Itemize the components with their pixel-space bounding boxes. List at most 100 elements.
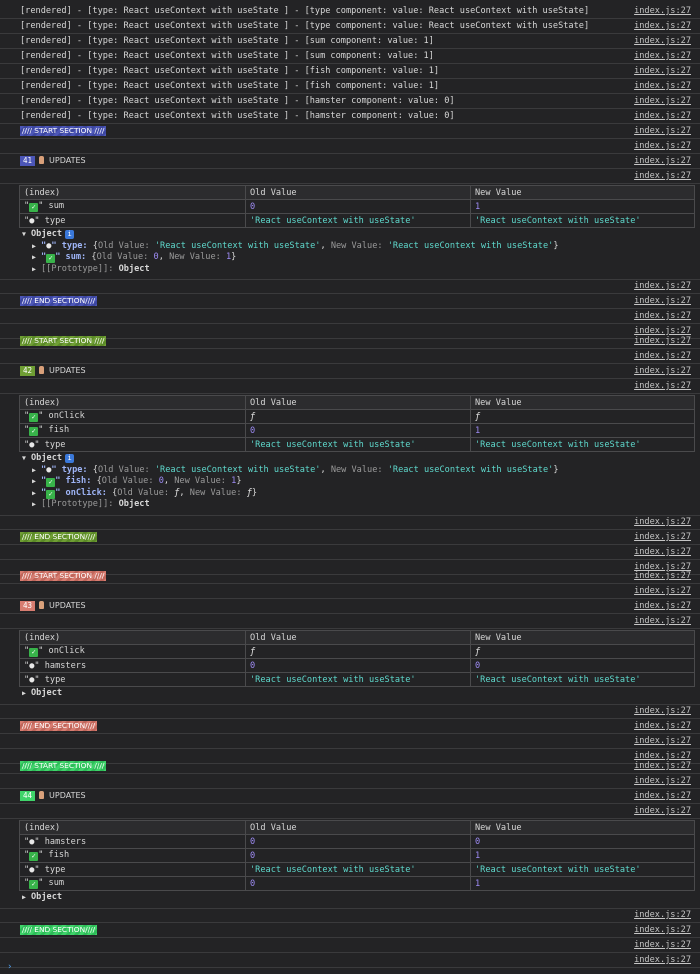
source-link[interactable]: index.js:27 [634,96,691,106]
source-link[interactable]: index.js:27 [634,940,691,950]
updates-label: 43 UPDATES [20,601,86,611]
object-old-value: 'React useContext with useState' [154,464,321,475]
object-header[interactable]: ▶ Object [22,892,62,904]
check-emoji-icon: ✓ [46,478,56,487]
triangle-icon[interactable]: ▶ [32,476,41,488]
object-entry[interactable]: ▶ " ✓ " fish: {Old Value: 0, New Value: 1} [22,476,559,488]
triangle-icon[interactable]: ▼ [22,229,31,241]
object-entry[interactable]: ▶ "●" type: {Old Value: 'React useContext… [22,465,559,477]
object-old-value: 0 [153,252,159,262]
triangle-icon[interactable]: ▶ [32,488,41,500]
source-link[interactable]: index.js:27 [634,296,691,306]
source-link[interactable]: index.js:27 [634,721,691,731]
index-header[interactable]: (index) [19,395,246,410]
source-link[interactable]: index.js:27 [634,776,691,786]
triangle-icon[interactable]: ▼ [22,453,31,465]
triangle-icon[interactable]: ▶ [22,688,31,700]
triangle-icon[interactable]: ▶ [22,892,31,904]
old-value-cell: 'React useContext with useState' [245,437,471,452]
old-value-header[interactable]: Old Value [245,820,471,835]
source-link[interactable]: index.js:27 [634,791,691,801]
source-link[interactable]: index.js:27 [634,601,691,611]
row-key-cell: " ✓ " sum [19,876,246,891]
source-link[interactable]: index.js:27 [634,51,691,61]
source-link[interactable]: index.js:27 [634,6,691,16]
index-header[interactable]: (index) [19,820,246,835]
new-value-cell: 0 [470,834,695,849]
object-entry[interactable]: ▶ "●" type: {Old Value: 'React useContext… [22,241,559,253]
source-link[interactable]: index.js:27 [634,156,691,166]
source-link[interactable]: index.js:27 [634,171,691,181]
object-tree[interactable]: ▶ Object [22,892,62,904]
object-tree[interactable]: ▼ Object i ▶ "●" type: {Old Value: 'React us… [22,229,559,275]
object-header[interactable]: ▼ Object i [22,453,559,465]
source-link[interactable]: index.js:27 [634,381,691,391]
prototype-entry[interactable]: ▶ [[Prototype]]: Object [22,264,559,276]
prototype-value: Object [118,499,150,509]
triangle-icon[interactable]: ▶ [32,465,41,477]
source-link[interactable]: index.js:27 [634,736,691,746]
row-key-cell: " ✓ " onClick [19,409,246,424]
object-entry[interactable]: ▶ " ✓ " onClick: {Old Value: ƒ, New Value: … [22,488,559,500]
source-link[interactable]: index.js:27 [634,281,691,291]
source-link[interactable]: index.js:27 [634,66,691,76]
source-link[interactable]: index.js:27 [634,81,691,91]
log-text: [rendered] - [type: React useContext wit… [20,111,455,121]
blank-line: index.js:27 [0,614,700,629]
object-header[interactable]: ▶ Object [22,688,62,700]
source-link[interactable]: index.js:27 [634,571,691,581]
index-header[interactable]: (index) [19,630,246,645]
source-link[interactable]: index.js:27 [634,806,691,816]
index-header[interactable]: (index) [19,185,246,200]
update-count-badge: 43 [20,601,36,611]
object-tree[interactable]: ▶ Object [22,688,62,700]
source-link[interactable]: index.js:27 [634,586,691,596]
new-value-header[interactable]: New Value [470,820,695,835]
source-link[interactable]: index.js:27 [634,366,691,376]
updates-text: UPDATES [49,366,86,375]
new-value-header[interactable]: New Value [470,185,695,200]
updates-text: UPDATES [49,791,86,800]
object-entry[interactable]: ▶ " ✓ " sum: {Old Value: 0, New Value: 1} [22,252,559,264]
source-link[interactable]: index.js:27 [634,336,691,346]
source-link[interactable]: index.js:27 [634,311,691,321]
old-value-label: Old Value: [101,476,159,486]
triangle-icon[interactable]: ▶ [32,241,41,253]
old-value-header[interactable]: Old Value [245,630,471,645]
prototype-entry[interactable]: ▶ [[Prototype]]: Object [22,499,559,511]
source-link[interactable]: index.js:27 [634,21,691,31]
new-value-cell: 'React useContext with useState' [470,672,695,687]
log-line: [rendered] - [type: React useContext wit… [0,109,700,124]
object-header[interactable]: ▼ Object i [22,229,559,241]
console-prompt-icon[interactable]: › [7,962,12,972]
new-value-header[interactable]: New Value [470,630,695,645]
source-link[interactable]: index.js:27 [634,706,691,716]
source-link[interactable]: index.js:27 [634,351,691,361]
log-line: [rendered] - [type: React useContext wit… [0,79,700,94]
old-value-header[interactable]: Old Value [245,395,471,410]
source-link[interactable]: index.js:27 [634,925,691,935]
table-header-row: (index) Old Value New Value [19,630,695,645]
row-key-cell: "●" type [19,437,246,452]
source-link[interactable]: index.js:27 [634,36,691,46]
source-link[interactable]: index.js:27 [634,141,691,151]
object-tree[interactable]: ▼ Object i ▶ "●" type: {Old Value: 'React us… [22,453,559,511]
source-link[interactable]: index.js:27 [634,111,691,121]
triangle-icon[interactable]: ▶ [32,499,41,511]
changes-table: (index) Old Value New Value " ✓ " onClick ƒ ƒ " ✓… [19,395,695,452]
source-link[interactable]: index.js:27 [634,616,691,626]
triangle-icon[interactable]: ▶ [32,264,41,276]
start-section-label: //// START SECTION //// [20,761,107,771]
new-value-header[interactable]: New Value [470,395,695,410]
old-value-header[interactable]: Old Value [245,185,471,200]
source-link[interactable]: index.js:27 [634,517,691,527]
source-link[interactable]: index.js:27 [634,761,691,771]
source-link[interactable]: index.js:27 [634,910,691,920]
source-link[interactable]: index.js:27 [634,547,691,557]
new-value-cell: 0 [470,658,695,673]
source-link[interactable]: index.js:27 [634,532,691,542]
source-link[interactable]: index.js:27 [634,126,691,136]
log-text: [rendered] - [type: React useContext wit… [20,6,590,16]
source-link[interactable]: index.js:27 [634,955,691,965]
triangle-icon[interactable]: ▶ [32,252,41,264]
